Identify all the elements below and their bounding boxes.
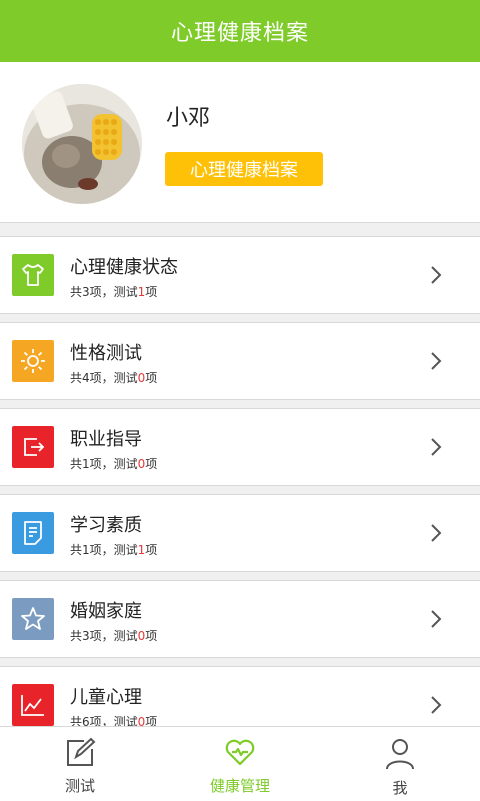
list-item-marriage-family[interactable]: 婚姻家庭 共3项，测试0项 xyxy=(0,580,480,658)
tab-me[interactable]: 我 xyxy=(320,727,480,801)
tab-test[interactable]: 测试 xyxy=(0,727,160,801)
item-summary: 共4项，测试0项 xyxy=(70,371,158,385)
list-item-career-guidance[interactable]: 职业指导 共1项，测试0项 xyxy=(0,408,480,486)
item-title: 性格测试 xyxy=(70,343,142,364)
sun-icon xyxy=(12,340,54,382)
item-title: 心理健康状态 xyxy=(70,257,178,278)
chevron-right-icon xyxy=(431,696,442,714)
heart-icon xyxy=(225,739,255,766)
item-title: 儿童心理 xyxy=(70,687,142,708)
item-summary: 共3项，测试0项 xyxy=(70,629,158,643)
user-name: 小邓 xyxy=(166,106,211,131)
star-icon xyxy=(12,598,54,640)
item-summary: 共3项，测试1项 xyxy=(70,285,158,299)
tab-health-management[interactable]: 健康管理 xyxy=(160,727,320,801)
app-title-bar: 心理健康档案 xyxy=(0,0,480,62)
category-list: 心理健康状态 共3项，测试1项 性格测试 共4项，测试0项 职业指导 共1项，测… xyxy=(0,236,480,752)
tab-label: 我 xyxy=(392,779,408,797)
tab-label: 测试 xyxy=(64,777,95,795)
item-title: 学习素质 xyxy=(70,515,142,536)
chevron-right-icon xyxy=(431,524,442,542)
shirt-icon xyxy=(12,254,54,296)
list-item-mental-health-status[interactable]: 心理健康状态 共3项，测试1项 xyxy=(0,236,480,314)
page-title: 心理健康档案 xyxy=(170,21,309,46)
chart-icon xyxy=(12,684,54,726)
user-icon xyxy=(386,739,414,770)
health-archive-button[interactable]: 心理健康档案 xyxy=(165,152,323,186)
bottom-tab-bar: 测试 健康管理 我 xyxy=(0,726,480,801)
profile-card: 小邓 心理健康档案 xyxy=(0,62,480,223)
list-item-learning-quality[interactable]: 学习素质 共1项，测试1项 xyxy=(0,494,480,572)
chevron-right-icon xyxy=(431,610,442,628)
item-summary: 共1项，测试1项 xyxy=(70,543,158,557)
chevron-right-icon xyxy=(431,266,442,284)
item-summary: 共1项，测试0项 xyxy=(70,457,158,471)
edit-icon xyxy=(67,737,96,766)
list-item-personality-test[interactable]: 性格测试 共4项，测试0项 xyxy=(0,322,480,400)
item-title: 职业指导 xyxy=(70,429,142,450)
chevron-right-icon xyxy=(431,352,442,370)
document-icon xyxy=(12,512,54,554)
exit-icon xyxy=(12,426,54,468)
tab-label: 健康管理 xyxy=(209,777,270,795)
item-title: 婚姻家庭 xyxy=(70,601,142,622)
chevron-right-icon xyxy=(431,438,442,456)
avatar[interactable] xyxy=(22,84,142,204)
